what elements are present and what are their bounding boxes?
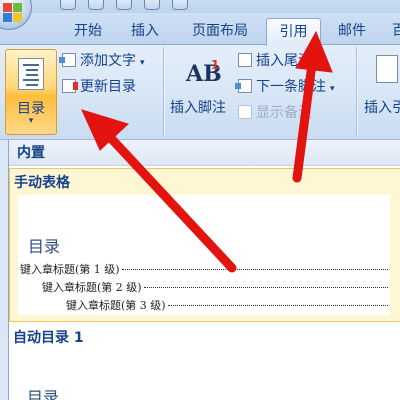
show-notes-label: 显示备注 bbox=[256, 105, 312, 121]
toc-preview: 目录 bbox=[17, 350, 389, 400]
tab-review[interactable]: 百 bbox=[384, 18, 400, 46]
ribbon-panel: 目录 ▾ 添加文字 ▾ 更新目录 AB 1 插入脚注 插入尾注 下一条脚注 ▾ 显示… bbox=[0, 45, 400, 140]
toc-preview-line: 键入章标题(第 1 级) bbox=[20, 261, 388, 277]
preview-heading: 目录 bbox=[28, 237, 61, 256]
next-footnote-icon bbox=[235, 79, 252, 93]
insert-caption-button[interactable]: 插入引 bbox=[364, 97, 400, 117]
update-toc-icon bbox=[62, 79, 78, 93]
add-text-label: 添加文字 bbox=[80, 53, 136, 69]
insert-caption-icon bbox=[376, 55, 398, 83]
add-text-icon bbox=[59, 53, 76, 67]
insert-footnote-button[interactable]: 插入脚注 bbox=[170, 97, 226, 117]
gallery-section-builtin: 内置 bbox=[9, 140, 400, 166]
toc-gallery-dropdown: 内置 手动表格 目录 键入章标题(第 1 级) 键入章标题(第 2 级) 键入章… bbox=[8, 140, 400, 400]
show-notes-icon bbox=[238, 105, 252, 119]
update-toc-label: 更新目录 bbox=[80, 79, 136, 95]
preview-heading: 目录 bbox=[27, 388, 60, 400]
toc-line-text: 键入章标题(第 2 级) bbox=[42, 281, 142, 294]
toc-button[interactable]: 目录 ▾ bbox=[5, 49, 57, 135]
quick-access-toolbar bbox=[0, 0, 400, 13]
chevron-down-icon: ▾ bbox=[330, 84, 335, 94]
tab-references[interactable]: 引用 bbox=[266, 18, 321, 46]
table-of-contents-icon bbox=[18, 58, 44, 90]
office-logo-icon bbox=[3, 3, 23, 23]
toc-line-text: 键入章标题(第 3 级) bbox=[66, 299, 166, 312]
print-icon[interactable] bbox=[144, 0, 160, 10]
undo-icon[interactable] bbox=[88, 0, 104, 10]
ribbon-tab-bar: 开始 插入 页面布局 引用 邮件 百 bbox=[0, 13, 400, 46]
gallery-item-title: 自动目录 1 bbox=[13, 330, 84, 346]
gallery-item-title: 手动表格 bbox=[14, 175, 70, 191]
chevron-down-icon: ▾ bbox=[28, 116, 34, 126]
save-icon[interactable] bbox=[60, 0, 76, 10]
check-icon[interactable] bbox=[172, 0, 188, 10]
tab-page-layout[interactable]: 页面布局 bbox=[180, 18, 260, 46]
tab-home[interactable]: 开始 bbox=[64, 18, 112, 46]
add-text-button[interactable]: 添加文字 ▾ bbox=[59, 51, 145, 71]
chevron-down-icon: ▾ bbox=[140, 58, 145, 68]
toc-preview-line: 键入章标题(第 3 级) bbox=[66, 297, 388, 313]
update-toc-button[interactable]: 更新目录 bbox=[62, 77, 136, 97]
footnote-superscript-icon: 1 bbox=[211, 58, 220, 72]
insert-endnote-label: 插入尾注 bbox=[256, 53, 312, 69]
show-notes-button[interactable]: 显示备注 bbox=[238, 103, 312, 123]
endnote-icon bbox=[238, 53, 252, 67]
toc-button-label: 目录 bbox=[17, 101, 45, 117]
next-footnote-button[interactable]: 下一条脚注 ▾ bbox=[235, 77, 335, 97]
tab-insert[interactable]: 插入 bbox=[120, 18, 170, 46]
toc-preview: 目录 键入章标题(第 1 级) 键入章标题(第 2 级) 键入章标题(第 3 级… bbox=[18, 195, 390, 315]
toc-preview-line: 键入章标题(第 2 级) bbox=[42, 279, 388, 295]
next-footnote-label: 下一条脚注 bbox=[256, 79, 326, 95]
insert-endnote-button[interactable]: 插入尾注 bbox=[238, 51, 312, 71]
redo-icon[interactable] bbox=[116, 0, 132, 10]
gallery-item-auto-toc-1[interactable]: 自动目录 1 目录 bbox=[9, 324, 400, 400]
gallery-item-manual-table[interactable]: 手动表格 目录 键入章标题(第 1 级) 键入章标题(第 2 级) 键入章标题(… bbox=[9, 168, 400, 322]
tab-mailings[interactable]: 邮件 bbox=[330, 18, 374, 46]
toc-line-text: 键入章标题(第 1 级) bbox=[20, 263, 120, 276]
group-divider bbox=[356, 47, 357, 137]
document-margin bbox=[0, 140, 8, 400]
group-divider bbox=[163, 47, 164, 137]
